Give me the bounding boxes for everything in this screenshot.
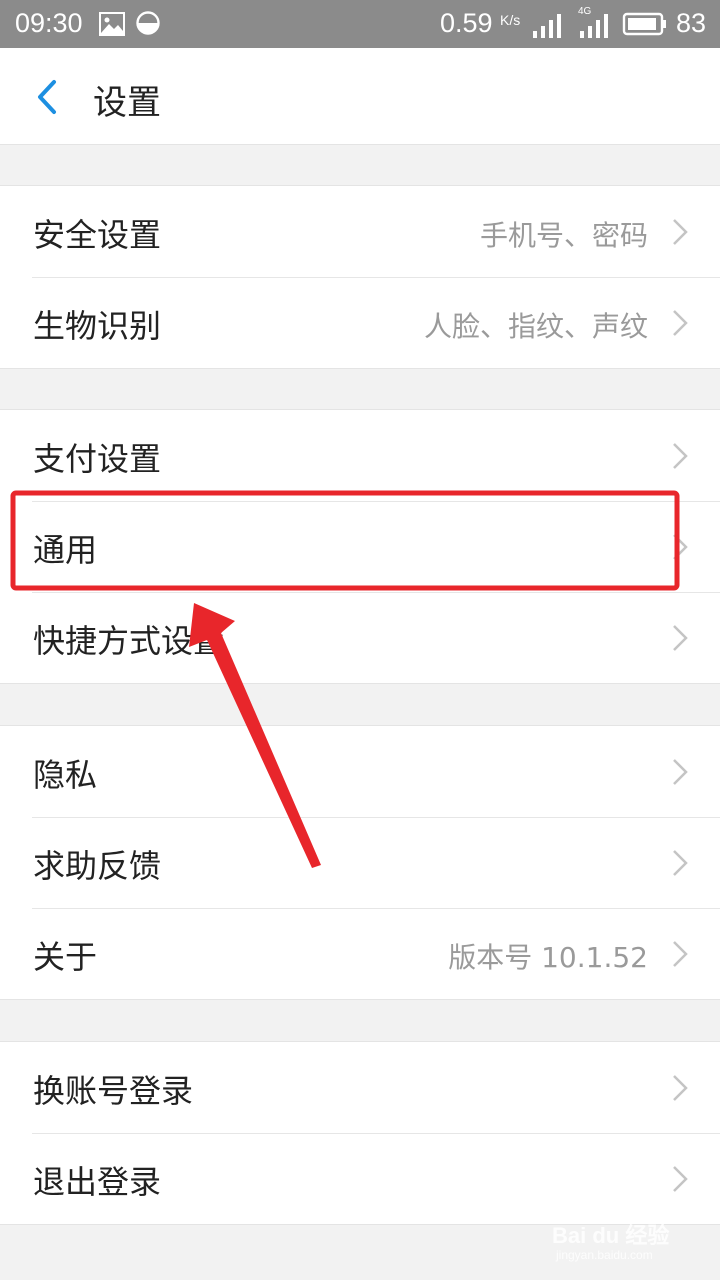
header-bar: 设置 — [0, 48, 720, 145]
row-label: 快捷方式设置 — [33, 622, 226, 660]
row-security-settings[interactable]: 安全设置 手机号、密码 — [0, 186, 720, 277]
row-label: 换账号登录 — [33, 1072, 194, 1110]
battery-icon — [622, 12, 666, 36]
status-bar: 09:30 0.59 K/s 4G 83 — [0, 0, 720, 48]
row-label: 支付设置 — [33, 440, 162, 478]
row-shortcut-settings[interactable]: 快捷方式设置 — [0, 592, 720, 683]
settings-group-general: 支付设置 通用 快捷方式设置 — [0, 409, 720, 684]
signal-icon — [533, 14, 561, 38]
row-label: 安全设置 — [33, 216, 162, 254]
row-label: 隐私 — [33, 756, 98, 794]
row-privacy[interactable]: 隐私 — [0, 726, 720, 817]
settings-group-account: 换账号登录 退出登录 — [0, 1041, 720, 1225]
row-about[interactable]: 关于 版本号 10.1.52 — [0, 908, 720, 999]
row-label: 求助反馈 — [33, 847, 162, 885]
network-speed: 0.59 — [440, 8, 493, 38]
chevron-right-icon — [673, 219, 688, 245]
settings-group-account-security: 安全设置 手机号、密码 生物识别 人脸、指纹、声纹 — [0, 185, 720, 369]
battery-level: 83 — [676, 8, 707, 38]
row-label: 通用 — [33, 531, 98, 569]
row-biometrics[interactable]: 生物识别 人脸、指纹、声纹 — [0, 277, 720, 368]
dnd-icon — [136, 11, 160, 35]
clock: 09:30 — [15, 8, 83, 38]
chevron-right-icon — [673, 310, 688, 336]
settings-group-about: 隐私 求助反馈 关于 版本号 10.1.52 — [0, 725, 720, 1000]
chevron-right-icon — [673, 534, 688, 560]
back-arrow-icon[interactable] — [34, 79, 60, 115]
image-icon — [99, 12, 125, 36]
row-general[interactable]: 通用 — [0, 501, 720, 592]
chevron-right-icon — [673, 850, 688, 876]
row-label: 退出登录 — [33, 1163, 162, 1201]
watermark-url: jingyan.baidu.com — [556, 1248, 653, 1262]
row-payment-settings[interactable]: 支付设置 — [0, 410, 720, 501]
row-label: 生物识别 — [33, 307, 162, 345]
row-value: 人脸、指纹、声纹 — [423, 310, 648, 343]
chevron-right-icon — [673, 941, 688, 967]
watermark-logo: Bai du 经验 — [552, 1223, 670, 1248]
row-switch-account[interactable]: 换账号登录 — [0, 1042, 720, 1133]
chevron-right-icon — [673, 443, 688, 469]
page-title: 设置 — [93, 83, 161, 123]
version-value: 版本号 10.1.52 — [448, 941, 648, 974]
row-value: 手机号、密码 — [479, 219, 648, 252]
chevron-right-icon — [673, 1075, 688, 1101]
row-logout[interactable]: 退出登录 — [0, 1133, 720, 1224]
chevron-right-icon — [673, 1166, 688, 1192]
network-speed-unit: K/s — [500, 12, 521, 28]
row-help-feedback[interactable]: 求助反馈 — [0, 817, 720, 908]
signal-4g-icon — [580, 14, 608, 38]
chevron-right-icon — [673, 625, 688, 651]
chevron-right-icon — [673, 759, 688, 785]
row-label: 关于 — [33, 938, 98, 976]
